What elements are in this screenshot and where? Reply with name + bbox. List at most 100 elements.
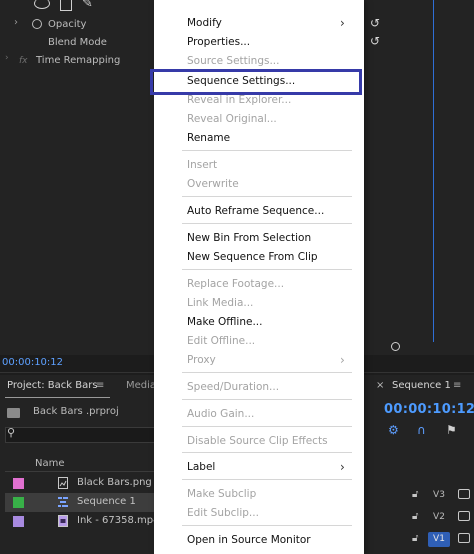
search-input[interactable] [5, 427, 160, 443]
menu-item-open-in-source-monitor[interactable]: Open in Source Monitor [154, 531, 364, 549]
video-file-icon [58, 515, 68, 527]
panel-menu-icon[interactable]: ≡ [96, 380, 104, 391]
menu-item-label[interactable]: Label › [154, 458, 364, 476]
menu-item-make-subclip[interactable]: Make Subclip [154, 485, 364, 503]
zoom-scroll-handle[interactable] [391, 342, 400, 351]
snap-magnet-icon[interactable]: ∩ [417, 423, 426, 437]
menu-item-source-settings[interactable]: Source Settings... [154, 52, 364, 70]
menu-item-reveal-original[interactable]: Reveal Original... [154, 110, 364, 128]
image-file-icon [58, 477, 68, 489]
menu-item-label: Link Media... [187, 297, 254, 309]
menu-item-label: Rename [187, 132, 231, 144]
time-remapping-label: Time Remapping [36, 55, 121, 66]
nest-icon[interactable]: ⚙ [388, 423, 399, 437]
menu-item-proxy[interactable]: Proxy › [154, 351, 364, 369]
tab-media[interactable]: Media [126, 380, 156, 391]
toggle-output-icon[interactable] [458, 533, 470, 543]
menu-item-label: Open in Source Monitor [187, 534, 311, 546]
menu-item-new-sequence-from-clip[interactable]: New Sequence From Clip [154, 248, 364, 266]
menu-item-label: Properties... [187, 36, 251, 48]
lock-icon[interactable]: 🔓︎ [412, 489, 418, 500]
ellipse-mask-icon[interactable] [34, 0, 50, 9]
reset-icon[interactable]: ↺ [370, 35, 382, 47]
menu-item-label: Proxy [187, 354, 216, 366]
menu-separator [182, 525, 352, 526]
opacity-label: Opacity [48, 19, 87, 30]
menu-separator [182, 150, 352, 151]
menu-item-label: New Sequence From Clip [187, 251, 318, 263]
menu-item-replace-footage[interactable]: Replace Footage... [154, 275, 364, 293]
timeline-panel: × Sequence 1 ≡ 00:00:10:12 ⚙ ∩ ⚑ 🔓︎ V3 🔓… [360, 375, 474, 554]
rectangle-mask-icon[interactable] [60, 0, 72, 11]
menu-item-label: Auto Reframe Sequence... [187, 205, 325, 217]
list-item[interactable]: Ink - 67358.mp4 [5, 512, 160, 531]
track-label[interactable]: V1 [428, 532, 450, 547]
menu-item-label: Edit Offline... [187, 335, 256, 347]
active-tab-indicator [5, 397, 110, 398]
fx-icon: fx [19, 56, 28, 66]
menu-item-make-offline[interactable]: Make Offline... [154, 313, 364, 331]
menu-separator [182, 223, 352, 224]
track-header-v3[interactable]: 🔓︎ V3 [360, 485, 474, 507]
menu-item-label: Modify [187, 17, 222, 29]
close-icon[interactable]: × [376, 380, 384, 391]
playhead-line[interactable] [433, 0, 434, 342]
menu-item-modify[interactable]: Modify › [154, 14, 364, 32]
column-header-name[interactable]: Name [35, 458, 65, 469]
item-name: Ink - 67358.mp4 [77, 515, 160, 526]
tab-sequence[interactable]: Sequence 1 [392, 380, 451, 391]
menu-item-label: Make Subclip [187, 488, 257, 500]
chevron-right-icon[interactable]: › [14, 17, 18, 28]
stopwatch-icon[interactable] [32, 19, 42, 29]
toggle-output-icon[interactable] [458, 489, 470, 499]
toggle-output-icon[interactable] [458, 511, 470, 521]
menu-item-auto-reframe-sequence[interactable]: Auto Reframe Sequence... [154, 202, 364, 220]
label-color-swatch[interactable] [13, 497, 24, 508]
menu-item-overwrite[interactable]: Overwrite [154, 175, 364, 193]
folder-icon [7, 408, 20, 418]
search-icon[interactable]: ⚲ [7, 426, 15, 439]
menu-item-speed-duration[interactable]: Speed/Duration... [154, 378, 364, 396]
chevron-right-icon[interactable]: › [5, 53, 9, 63]
menu-item-link-media[interactable]: Link Media... [154, 294, 364, 312]
menu-item-properties[interactable]: Properties... [154, 33, 364, 51]
menu-item-edit-offline[interactable]: Edit Offline... [154, 332, 364, 350]
label-color-swatch[interactable] [13, 478, 24, 489]
menu-item-rename[interactable]: Rename [154, 129, 364, 147]
project-file-name: Back Bars .prproj [33, 406, 119, 417]
menu-item-label: Disable Source Clip Effects [187, 435, 328, 447]
reset-icon[interactable]: ↺ [370, 17, 382, 29]
project-panel: Project: Back Bars ≡ Media Back Bars .pr… [0, 375, 160, 554]
list-item[interactable]: Sequence 1 [5, 493, 160, 512]
track-label[interactable]: V2 [428, 510, 450, 525]
track-header-v2[interactable]: 🔓︎ V2 [360, 507, 474, 529]
menu-item-disable-source-clip-effects[interactable]: Disable Source Clip Effects [154, 432, 364, 450]
menu-item-edit-subclip[interactable]: Edit Subclip... [154, 504, 364, 522]
submenu-arrow-icon: › [340, 16, 345, 30]
lock-icon[interactable]: 🔓︎ [412, 533, 418, 544]
panel-menu-icon[interactable]: ≡ [453, 380, 461, 391]
effect-controls-timecode[interactable]: 00:00:10:12 [2, 356, 63, 370]
tab-project[interactable]: Project: Back Bars [7, 380, 98, 391]
list-header [5, 456, 160, 472]
add-marker-icon[interactable]: ⚑ [446, 423, 457, 437]
menu-item-label: Reveal in Explorer... [187, 94, 292, 106]
list-item[interactable]: Black Bars.png [5, 474, 160, 493]
pen-mask-icon[interactable]: ✎ [82, 0, 93, 11]
menu-item-label: Audio Gain... [187, 408, 255, 420]
item-name: Black Bars.png [77, 477, 152, 488]
menu-item-insert[interactable]: Insert [154, 156, 364, 174]
track-header-v1[interactable]: 🔓︎ V1 [360, 529, 474, 551]
submenu-arrow-icon: › [340, 353, 345, 367]
menu-separator [182, 426, 352, 427]
item-name: Sequence 1 [77, 496, 136, 507]
track-label[interactable]: V3 [428, 488, 450, 503]
menu-separator [182, 372, 352, 373]
sequence-icon [58, 497, 68, 507]
menu-item-audio-gain[interactable]: Audio Gain... [154, 405, 364, 423]
timeline-timecode[interactable]: 00:00:10:12 [384, 402, 474, 417]
highlight-annotation-box [150, 69, 362, 95]
menu-item-new-bin-from-selection[interactable]: New Bin From Selection [154, 229, 364, 247]
label-color-swatch[interactable] [13, 516, 24, 527]
lock-icon[interactable]: 🔓︎ [412, 511, 418, 522]
